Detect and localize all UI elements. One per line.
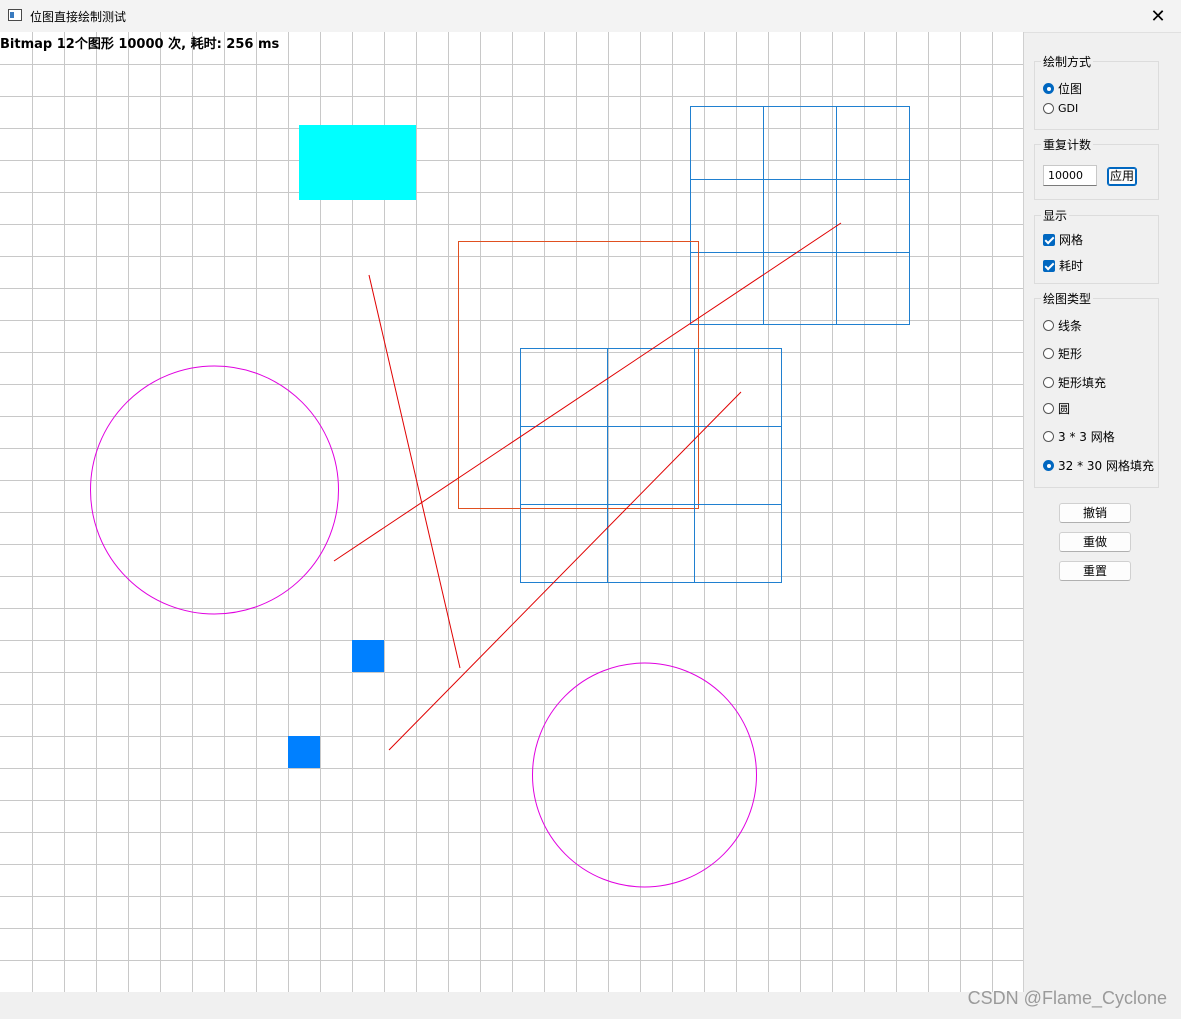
radio-bitmap[interactable]: 位图 [1043,80,1082,97]
radio-shape-grid-fill[interactable]: 32 * 30 网格填充 [1043,457,1154,474]
group-shape-type: 绘图类型 线条 矩形 矩形填充 圆 3 * 3 网格 32 * 30 网格填充 [1034,290,1159,488]
radio-shape-rect[interactable]: 矩形 [1043,345,1082,362]
radio-shape-rect-fill-label: 矩形填充 [1058,376,1107,390]
checkbox-timing-label: 耗时 [1059,259,1084,273]
checkbox-grid-label: 网格 [1059,233,1084,247]
checkbox-grid[interactable]: 网格 [1043,231,1083,248]
radio-shape-circle[interactable]: 圆 [1043,400,1070,417]
radio-shape-grid-fill-label: 32 * 30 网格填充 [1058,459,1154,473]
watermark: CSDN @Flame_Cyclone [967,988,1167,1008]
window-app-icon [8,9,22,21]
radio-shape-rect-fill[interactable]: 矩形填充 [1043,374,1106,391]
apply-button[interactable]: 应用 [1107,167,1137,186]
radio-indicator [1043,403,1054,414]
radio-indicator [1043,103,1054,114]
radio-indicator-selected [1043,83,1054,94]
radio-indicator-selected [1043,460,1054,471]
red-line-steep [368,274,461,669]
group-display-title: 显示 [1041,207,1070,224]
timing-label: Bitmap 12个图形 10000 次, 耗时: 256 ms [0,37,280,52]
canvas-svg [0,32,1023,992]
radio-shape-circle-label: 圆 [1058,402,1071,416]
drawing-canvas[interactable] [0,32,1024,992]
radio-indicator [1043,320,1054,331]
checkbox-indicator-checked [1043,259,1055,272]
blue-filled-square-upper [352,640,384,672]
radio-indicator [1043,377,1054,388]
radio-indicator [1043,348,1054,359]
redo-button[interactable]: 重做 [1059,532,1131,552]
group-display: 显示 网格 耗时 [1034,207,1159,284]
background-grid [0,32,1023,992]
red-line-long-diagonal [333,222,842,562]
close-button[interactable]: ✕ [1135,0,1181,32]
radio-shape-grid-3x3-label: 3 * 3 网格 [1058,430,1115,444]
control-panel: 绘制方式 位图 GDI 重复计数 10000 应用 显示 网格 耗时 绘图类型 … [1023,32,1181,992]
group-repeat-count-title: 重复计数 [1041,136,1094,153]
group-repeat-count: 重复计数 10000 应用 [1034,136,1159,200]
radio-indicator [1043,431,1054,442]
radio-shape-rect-label: 矩形 [1058,347,1083,361]
radio-shape-line-label: 线条 [1058,319,1083,333]
blue-filled-square-lower [288,736,320,768]
orange-outline-rect [458,241,699,509]
grid-3x3-center [520,348,782,583]
reset-button[interactable]: 重置 [1059,561,1131,581]
radio-shape-grid-3x3[interactable]: 3 * 3 网格 [1043,428,1115,445]
radio-gdi[interactable]: GDI [1043,102,1078,115]
checkbox-indicator-checked [1043,233,1055,246]
magenta-circle-bottom [532,662,757,888]
undo-button[interactable]: 撤销 [1059,503,1131,523]
group-draw-method-title: 绘制方式 [1041,53,1094,70]
repeat-count-input[interactable]: 10000 [1043,165,1097,186]
cyan-filled-rect [299,125,416,200]
radio-bitmap-label: 位图 [1058,82,1083,96]
title-bar: 位图直接绘制测试 ✕ [0,0,1181,33]
radio-gdi-label: GDI [1058,102,1079,115]
radio-shape-line[interactable]: 线条 [1043,317,1082,334]
window-title: 位图直接绘制测试 [30,10,127,24]
checkbox-timing[interactable]: 耗时 [1043,257,1083,274]
group-shape-type-title: 绘图类型 [1041,290,1094,307]
group-draw-method: 绘制方式 位图 GDI [1034,53,1159,130]
